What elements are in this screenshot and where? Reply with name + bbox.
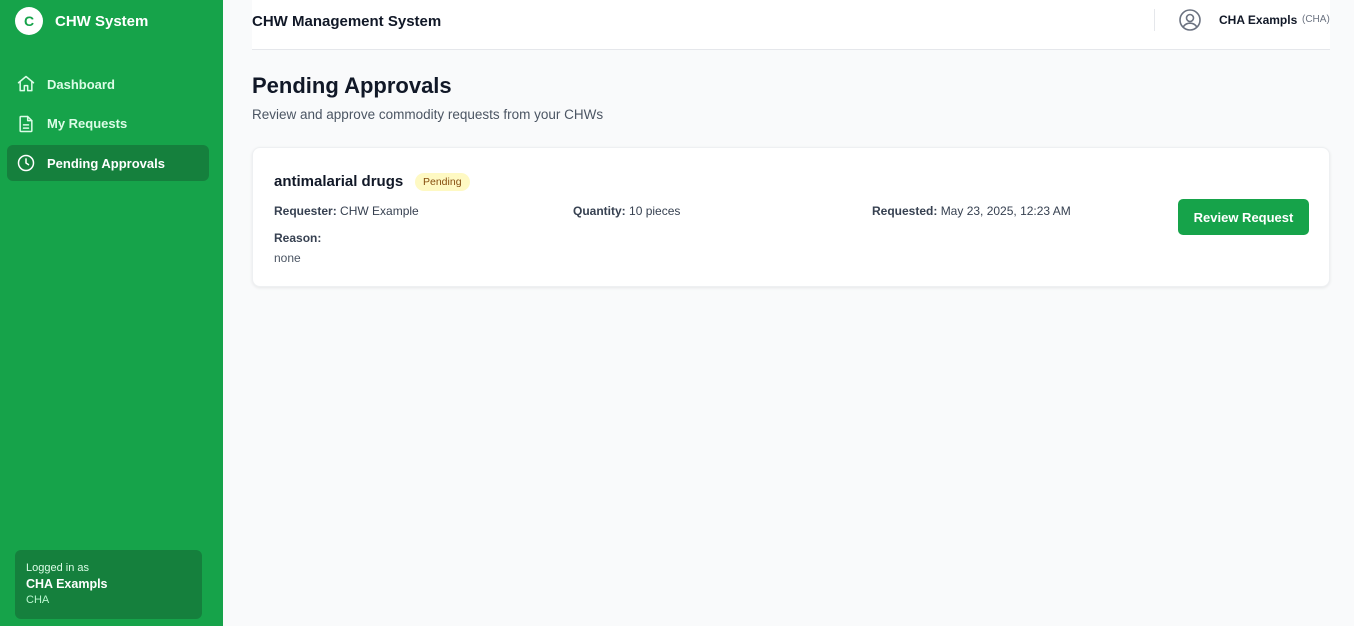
logged-in-name: CHA Exampls — [26, 577, 108, 591]
clock-icon — [16, 153, 36, 173]
top-header: CHW Management System CHA Exampls (CHA) — [252, 0, 1330, 50]
header-user-role: (CHA) — [1302, 14, 1330, 25]
sidebar-item-dashboard[interactable]: Dashboard — [7, 66, 209, 102]
brand-logo: C — [15, 7, 43, 35]
request-item-name: antimalarial drugs — [274, 173, 404, 190]
sidebar-item-pending-approvals[interactable]: Pending Approvals — [7, 145, 209, 181]
requested-field: Requested: May 23, 2025, 12:23 AM — [872, 204, 1071, 218]
requested-value: May 23, 2025, 12:23 AM — [940, 204, 1071, 218]
document-icon — [16, 114, 36, 134]
requester-value: CHW Example — [340, 204, 419, 218]
sidebar-item-label: Dashboard — [47, 76, 115, 92]
requester-label: Requester: — [274, 204, 337, 218]
quantity-label: Quantity: — [573, 204, 626, 218]
logged-in-label: Logged in as — [26, 562, 89, 574]
quantity-field: Quantity: 10 pieces — [573, 204, 680, 218]
sidebar-nav: Dashboard My Requests Pending Approvals — [7, 66, 209, 185]
reason-label: Reason: — [274, 231, 322, 245]
user-circle-icon[interactable] — [1178, 8, 1202, 32]
request-card: antimalarial drugs Pending Requester: CH… — [252, 147, 1330, 287]
reason-value: none — [274, 251, 301, 265]
status-badge: Pending — [415, 173, 470, 191]
brand-name: CHW System — [55, 12, 149, 30]
requested-label: Requested: — [872, 204, 938, 218]
logged-in-user-box: Logged in as CHA Exampls CHA — [15, 550, 202, 619]
page-title: Pending Approvals — [252, 73, 452, 98]
brand[interactable]: C CHW System — [15, 7, 148, 35]
header-divider — [1154, 9, 1155, 31]
requester-field: Requester: CHW Example — [274, 204, 419, 218]
sidebar-item-my-requests[interactable]: My Requests — [7, 106, 209, 142]
review-request-button[interactable]: Review Request — [1178, 199, 1309, 235]
sidebar-item-label: My Requests — [47, 116, 128, 131]
home-icon — [16, 74, 36, 94]
header-user-name[interactable]: CHA Exampls — [1219, 13, 1297, 27]
quantity-value: 10 pieces — [629, 204, 681, 218]
header-title: CHW Management System — [252, 13, 442, 30]
page-subtitle: Review and approve commodity requests fr… — [252, 107, 604, 122]
sidebar-item-label: Pending Approvals — [47, 155, 165, 171]
logged-in-role: CHA — [26, 594, 50, 606]
sidebar: C CHW System Dashboard My Requests Pendi… — [0, 0, 223, 626]
